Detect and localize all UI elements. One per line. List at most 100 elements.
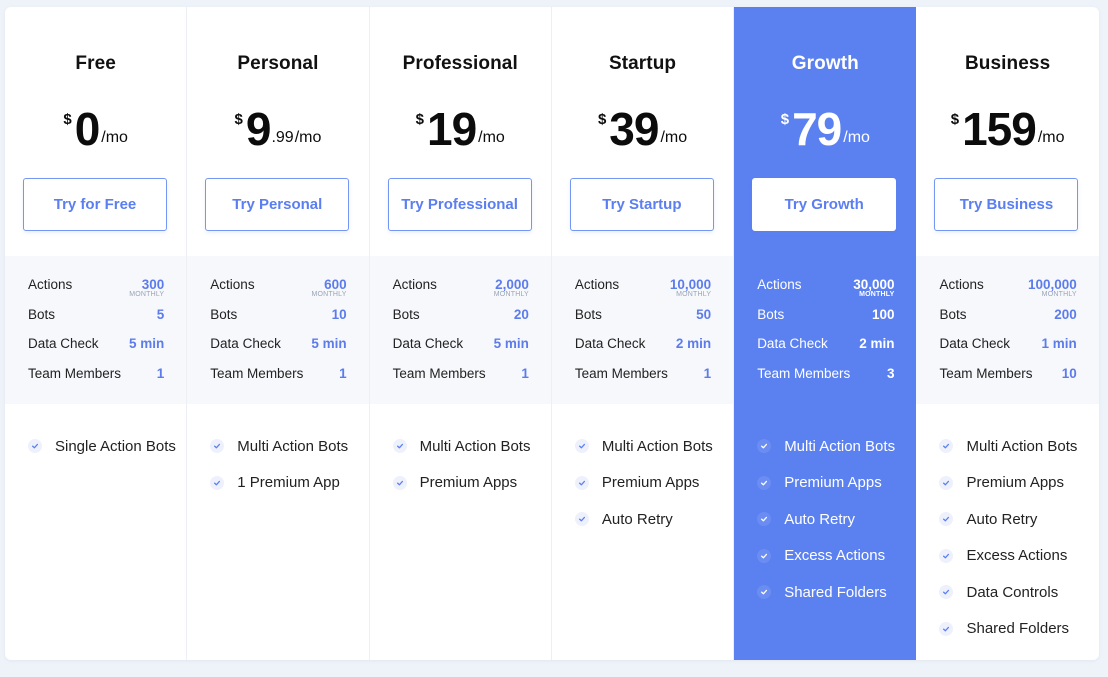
currency-symbol: $ xyxy=(950,111,960,128)
limit-value: 2 min xyxy=(675,336,712,351)
plan-limits: Actions 30,000 MONTHLY Bots 100 Data Chec… xyxy=(734,256,917,404)
limit-label: Bots xyxy=(939,306,967,322)
limit-label: Bots xyxy=(574,306,602,322)
feature-label: Single Action Bots xyxy=(55,437,176,455)
limit-label: Actions xyxy=(939,277,984,292)
feature-item: Multi Action Bots xyxy=(939,428,1098,465)
try-plan-button[interactable]: Try Business xyxy=(934,178,1079,231)
try-plan-button[interactable]: Try Professional xyxy=(387,178,532,231)
limit-row-data-check: Data Check 5 min xyxy=(28,334,164,364)
limit-value: 10 xyxy=(331,306,347,322)
try-plan-button[interactable]: Try Personal xyxy=(205,178,350,231)
limit-row-bots: Bots 20 xyxy=(393,305,529,335)
limit-value: 1 xyxy=(156,365,165,381)
limit-label: Actions xyxy=(392,277,437,292)
limit-label: Data Check xyxy=(28,336,99,351)
limit-label: Team Members xyxy=(939,365,1033,381)
limit-value: 50 xyxy=(696,306,712,322)
pricing-table: Free $ 0 /mo Try for Free Actions 300 MON… xyxy=(5,7,1099,660)
monthly-label: MONTHLY xyxy=(676,291,712,298)
feature-item: Multi Action Bots xyxy=(210,428,368,465)
feature-label: Premium Apps xyxy=(601,474,700,492)
feature-item: Auto Retry xyxy=(757,501,916,538)
try-plan-button[interactable]: Try Startup xyxy=(569,178,714,231)
limit-row-team-members: Team Members 1 xyxy=(28,364,164,394)
limit-row-data-check: Data Check 1 min xyxy=(939,334,1076,364)
feature-item: Multi Action Bots xyxy=(757,428,916,465)
feature-label: Premium Apps xyxy=(419,474,518,492)
plan-limits: Actions 10,000 MONTHLY Bots 50 Data Check… xyxy=(551,256,734,404)
limit-label: Team Members xyxy=(28,365,122,381)
check-icon xyxy=(939,548,954,563)
price-period: /mo xyxy=(478,129,505,146)
plan-price: $ 39 /mo xyxy=(552,105,733,153)
limit-row-team-members: Team Members 10 xyxy=(939,364,1076,394)
feature-label: Multi Action Bots xyxy=(784,437,896,455)
plan-column-business: Business $ 159 /mo Try Business Actions … xyxy=(916,7,1099,660)
price-period: /mo xyxy=(660,129,688,146)
price-period: /mo xyxy=(294,129,322,146)
limit-row-bots: Bots 200 xyxy=(939,305,1076,335)
check-icon xyxy=(574,439,589,454)
limit-row-data-check: Data Check 5 min xyxy=(393,334,529,364)
plan-header: Growth $ 79 /mo Try Growth xyxy=(734,7,916,256)
limit-value: 1 xyxy=(521,365,529,381)
feature-label: Auto Retry xyxy=(784,510,856,528)
currency-symbol: $ xyxy=(63,111,72,128)
monthly-label: MONTHLY xyxy=(493,291,529,298)
limit-row-bots: Bots 50 xyxy=(575,305,711,335)
check-icon xyxy=(757,475,772,490)
price-amount: 39 xyxy=(609,103,659,155)
limit-value: 5 min xyxy=(311,336,347,351)
monthly-label: MONTHLY xyxy=(1041,291,1077,298)
limit-row-team-members: Team Members 3 xyxy=(757,364,894,394)
limit-label: Team Members xyxy=(392,365,486,381)
plan-column-free: Free $ 0 /mo Try for Free Actions 300 MON… xyxy=(5,7,188,660)
feature-label: Multi Action Bots xyxy=(237,437,349,455)
feature-item: Multi Action Bots xyxy=(574,428,733,465)
limit-row-bots: Bots 100 xyxy=(757,305,894,335)
try-plan-button[interactable]: Try for Free xyxy=(23,178,167,231)
feature-label: Multi Action Bots xyxy=(966,437,1078,455)
price-period: /mo xyxy=(1037,129,1065,146)
limit-label: Actions xyxy=(757,277,802,292)
limit-label: Team Members xyxy=(757,365,851,381)
feature-item: Shared Folders xyxy=(757,574,916,611)
plan-limits: Actions 300 MONTHLY Bots 5 Data Check 5 m… xyxy=(5,256,187,404)
check-icon xyxy=(757,585,772,600)
feature-list: Multi Action Bots Premium Apps Auto Retry E… xyxy=(916,404,1098,647)
limit-value: 5 xyxy=(156,306,165,322)
limit-row-actions: Actions 300 MONTHLY xyxy=(28,275,164,305)
limit-row-data-check: Data Check 5 min xyxy=(210,334,346,364)
monthly-label: MONTHLY xyxy=(311,291,347,298)
limit-label: Actions xyxy=(210,277,255,292)
price-amount: 19 xyxy=(426,103,477,155)
feature-label: 1 Premium App xyxy=(237,474,340,492)
plan-price: $ 19 /mo xyxy=(370,105,551,153)
limit-row-bots: Bots 5 xyxy=(28,305,164,335)
limit-value: 1 xyxy=(703,365,712,381)
limit-value: 30,000 MONTHLY xyxy=(853,277,895,298)
limit-row-actions: Actions 30,000 MONTHLY xyxy=(757,275,894,305)
feature-label: Premium Apps xyxy=(784,474,882,492)
check-icon xyxy=(939,585,954,600)
feature-list: Single Action Bots xyxy=(5,404,186,465)
limit-label: Bots xyxy=(757,306,785,322)
limit-row-actions: Actions 600 MONTHLY xyxy=(210,275,346,305)
feature-item: Multi Action Bots xyxy=(392,428,551,465)
limit-row-actions: Actions 10,000 MONTHLY xyxy=(575,275,711,305)
limit-label: Data Check xyxy=(757,336,828,351)
price-amount: 79 xyxy=(792,103,842,155)
check-icon xyxy=(28,439,42,454)
limit-label: Bots xyxy=(28,306,56,322)
limit-value: 2 min xyxy=(859,336,895,351)
check-icon xyxy=(939,621,954,636)
plan-price: $ 159 /mo xyxy=(916,105,1098,153)
check-icon xyxy=(757,548,772,563)
limit-label: Data Check xyxy=(210,336,281,351)
plan-name: Growth xyxy=(791,53,859,74)
limit-row-actions: Actions 2,000 MONTHLY xyxy=(393,275,529,305)
try-plan-button[interactable]: Try Growth xyxy=(752,178,897,231)
limit-label: Team Members xyxy=(210,365,304,381)
currency-symbol: $ xyxy=(597,111,607,128)
